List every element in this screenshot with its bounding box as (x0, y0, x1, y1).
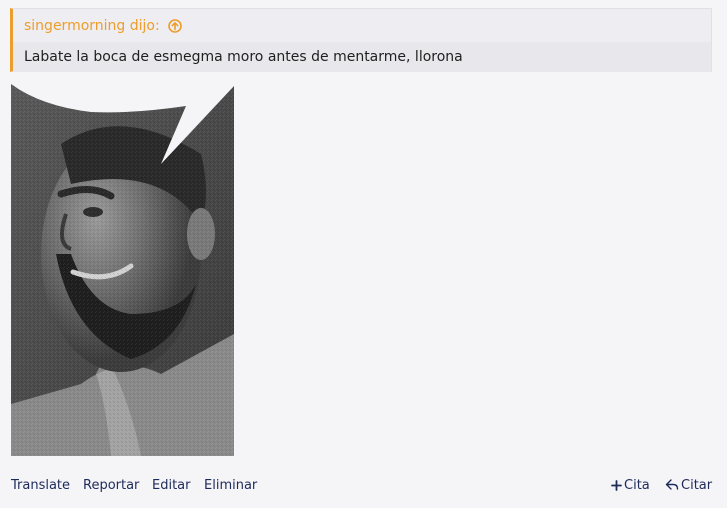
arrow-up-circle-icon[interactable] (167, 18, 182, 33)
report-link[interactable]: Reportar (83, 478, 139, 493)
quote-header: singermorning dijo: (13, 9, 711, 42)
post-actions: Translate Reportar Editar Eliminar Cita … (0, 472, 727, 500)
reply-arrow-icon (665, 479, 679, 495)
quote-author[interactable]: singermorning dijo: (24, 18, 160, 34)
plus-icon (611, 480, 622, 495)
reply-button[interactable]: Citar (665, 478, 712, 495)
post-image[interactable] (11, 84, 234, 456)
multi-quote-button[interactable]: Cita (611, 478, 650, 495)
delete-link[interactable]: Eliminar (204, 478, 257, 493)
translate-link[interactable]: Translate (11, 478, 70, 493)
quote-block: singermorning dijo: Labate la boca de es… (10, 8, 712, 72)
edit-link[interactable]: Editar (152, 478, 191, 493)
quote-text: Labate la boca de esmegma moro antes de … (13, 42, 711, 72)
multi-quote-label: Cita (624, 478, 650, 493)
reply-label: Citar (681, 478, 713, 493)
